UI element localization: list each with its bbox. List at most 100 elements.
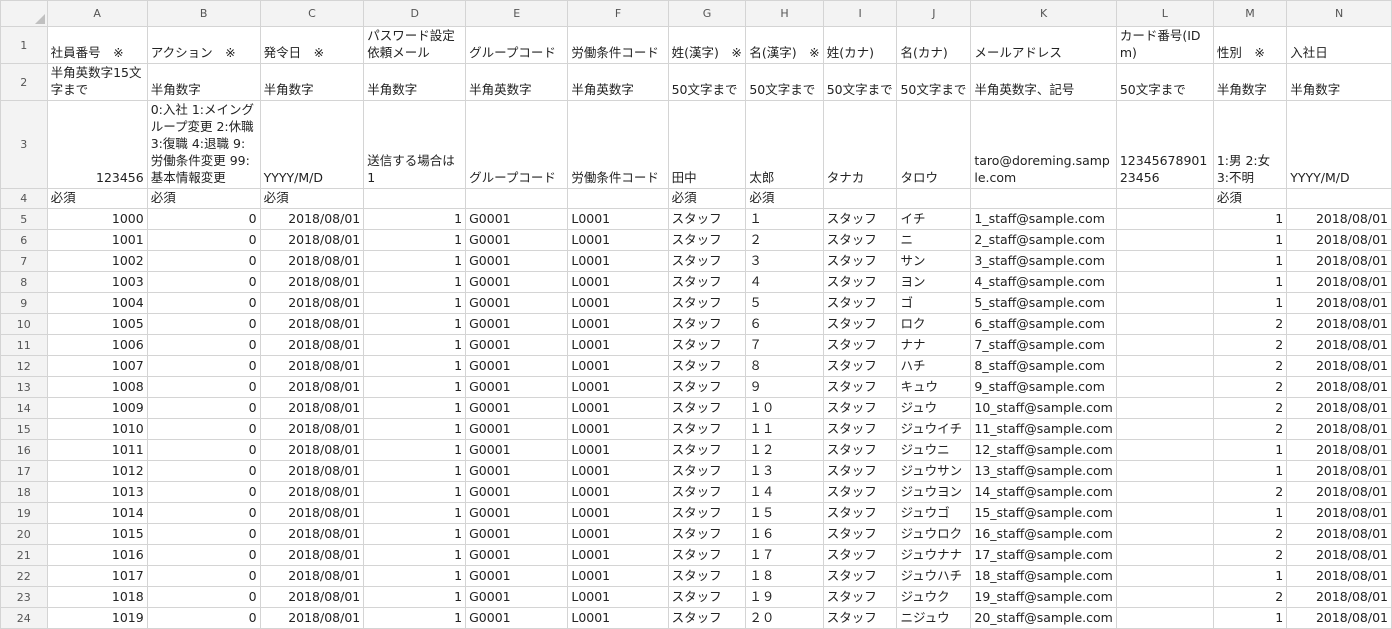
cell-k3[interactable]: taro@doreming.sample.com <box>970 100 1117 189</box>
cell-g19[interactable]: スタッフ <box>667 502 747 524</box>
cell-j10[interactable]: ロク <box>896 313 972 335</box>
cell-f4[interactable] <box>567 188 669 209</box>
row-header-1[interactable]: 1 <box>0 26 48 64</box>
column-header-m[interactable]: M <box>1212 0 1288 27</box>
cell-n5[interactable]: 2018/08/01 <box>1286 208 1392 230</box>
cell-b2[interactable]: 半角数字 <box>146 63 261 101</box>
cell-i8[interactable]: スタッフ <box>822 271 898 293</box>
cell-j6[interactable]: ニ <box>896 229 972 251</box>
cell-k1[interactable]: メールアドレス <box>970 26 1117 64</box>
row-header-23[interactable]: 23 <box>0 586 48 608</box>
cell-a11[interactable]: 1006 <box>46 334 148 356</box>
cell-k7[interactable]: 3_staff@sample.com <box>970 250 1117 272</box>
cell-k11[interactable]: 7_staff@sample.com <box>970 334 1117 356</box>
cell-m10[interactable]: 2 <box>1212 313 1288 335</box>
cell-b20[interactable]: 0 <box>146 523 261 545</box>
cell-j16[interactable]: ジュウニ <box>896 439 972 461</box>
cell-k2[interactable]: 半角英数字、記号 <box>970 63 1117 101</box>
cell-e5[interactable]: G0001 <box>465 208 569 230</box>
cell-j11[interactable]: ナナ <box>896 334 972 356</box>
cell-k10[interactable]: 6_staff@sample.com <box>970 313 1117 335</box>
cell-b18[interactable]: 0 <box>146 481 261 503</box>
cell-f2[interactable]: 半角英数字 <box>567 63 669 101</box>
cell-i24[interactable]: スタッフ <box>822 607 898 629</box>
cell-e17[interactable]: G0001 <box>465 460 569 482</box>
cell-n7[interactable]: 2018/08/01 <box>1286 250 1392 272</box>
row-header-15[interactable]: 15 <box>0 418 48 440</box>
cell-n6[interactable]: 2018/08/01 <box>1286 229 1392 251</box>
cell-f21[interactable]: L0001 <box>567 544 669 566</box>
cell-l16[interactable] <box>1115 439 1214 461</box>
cell-k22[interactable]: 18_staff@sample.com <box>970 565 1117 587</box>
cell-d6[interactable]: 1 <box>363 229 467 251</box>
cell-j12[interactable]: ハチ <box>896 355 972 377</box>
cell-d17[interactable]: 1 <box>363 460 467 482</box>
cell-b8[interactable]: 0 <box>146 271 261 293</box>
cell-d19[interactable]: 1 <box>363 502 467 524</box>
cell-a24[interactable]: 1019 <box>46 607 148 629</box>
cell-n24[interactable]: 2018/08/01 <box>1286 607 1392 629</box>
cell-n12[interactable]: 2018/08/01 <box>1286 355 1392 377</box>
cell-e6[interactable]: G0001 <box>465 229 569 251</box>
cell-b1[interactable]: アクション ※ <box>146 26 261 64</box>
cell-b14[interactable]: 0 <box>146 397 261 419</box>
cell-d21[interactable]: 1 <box>363 544 467 566</box>
cell-m9[interactable]: 1 <box>1212 292 1288 314</box>
cell-c17[interactable]: 2018/08/01 <box>259 460 365 482</box>
cell-e19[interactable]: G0001 <box>465 502 569 524</box>
cell-k21[interactable]: 17_staff@sample.com <box>970 544 1117 566</box>
cell-l24[interactable] <box>1115 607 1214 629</box>
row-header-6[interactable]: 6 <box>0 229 48 251</box>
cell-c22[interactable]: 2018/08/01 <box>259 565 365 587</box>
cell-c19[interactable]: 2018/08/01 <box>259 502 365 524</box>
cell-l20[interactable] <box>1115 523 1214 545</box>
cell-n9[interactable]: 2018/08/01 <box>1286 292 1392 314</box>
row-header-9[interactable]: 9 <box>0 292 48 314</box>
row-header-18[interactable]: 18 <box>0 481 48 503</box>
cell-d22[interactable]: 1 <box>363 565 467 587</box>
cell-f24[interactable]: L0001 <box>567 607 669 629</box>
cell-j4[interactable] <box>896 188 972 209</box>
cell-g4[interactable]: 必須 <box>667 188 747 209</box>
cell-c15[interactable]: 2018/08/01 <box>259 418 365 440</box>
cell-j19[interactable]: ジュウゴ <box>896 502 972 524</box>
column-header-f[interactable]: F <box>567 0 669 27</box>
cell-d7[interactable]: 1 <box>363 250 467 272</box>
cell-h20[interactable]: １６ <box>745 523 824 545</box>
cell-i13[interactable]: スタッフ <box>822 376 898 398</box>
cell-g9[interactable]: スタッフ <box>667 292 747 314</box>
cell-a4[interactable]: 必須 <box>46 188 148 209</box>
cell-c24[interactable]: 2018/08/01 <box>259 607 365 629</box>
cell-e11[interactable]: G0001 <box>465 334 569 356</box>
cell-d4[interactable] <box>363 188 467 209</box>
cell-d14[interactable]: 1 <box>363 397 467 419</box>
cell-l15[interactable] <box>1115 418 1214 440</box>
column-header-b[interactable]: B <box>146 0 261 27</box>
cell-f22[interactable]: L0001 <box>567 565 669 587</box>
cell-j9[interactable]: ゴ <box>896 292 972 314</box>
column-header-h[interactable]: H <box>745 0 824 27</box>
cell-l23[interactable] <box>1115 586 1214 608</box>
cell-f13[interactable]: L0001 <box>567 376 669 398</box>
cell-k4[interactable] <box>970 188 1117 209</box>
cell-j20[interactable]: ジュウロク <box>896 523 972 545</box>
cell-i9[interactable]: スタッフ <box>822 292 898 314</box>
cell-b7[interactable]: 0 <box>146 250 261 272</box>
cell-b3[interactable]: 0:入社 1:メイングループ変更 2:休職 3:復職 4:退職 9:労働条件変更… <box>146 100 261 189</box>
cell-j5[interactable]: イチ <box>896 208 972 230</box>
cell-a12[interactable]: 1007 <box>46 355 148 377</box>
cell-a18[interactable]: 1013 <box>46 481 148 503</box>
cell-i14[interactable]: スタッフ <box>822 397 898 419</box>
cell-a1[interactable]: 社員番号 ※ <box>46 26 148 64</box>
cell-b4[interactable]: 必須 <box>146 188 261 209</box>
cell-g22[interactable]: スタッフ <box>667 565 747 587</box>
cell-e16[interactable]: G0001 <box>465 439 569 461</box>
cell-c9[interactable]: 2018/08/01 <box>259 292 365 314</box>
cell-e13[interactable]: G0001 <box>465 376 569 398</box>
cell-j14[interactable]: ジュウ <box>896 397 972 419</box>
cell-n21[interactable]: 2018/08/01 <box>1286 544 1392 566</box>
cell-a14[interactable]: 1009 <box>46 397 148 419</box>
cell-a17[interactable]: 1012 <box>46 460 148 482</box>
cell-n15[interactable]: 2018/08/01 <box>1286 418 1392 440</box>
cell-h1[interactable]: 名(漢字) ※ <box>745 26 824 64</box>
